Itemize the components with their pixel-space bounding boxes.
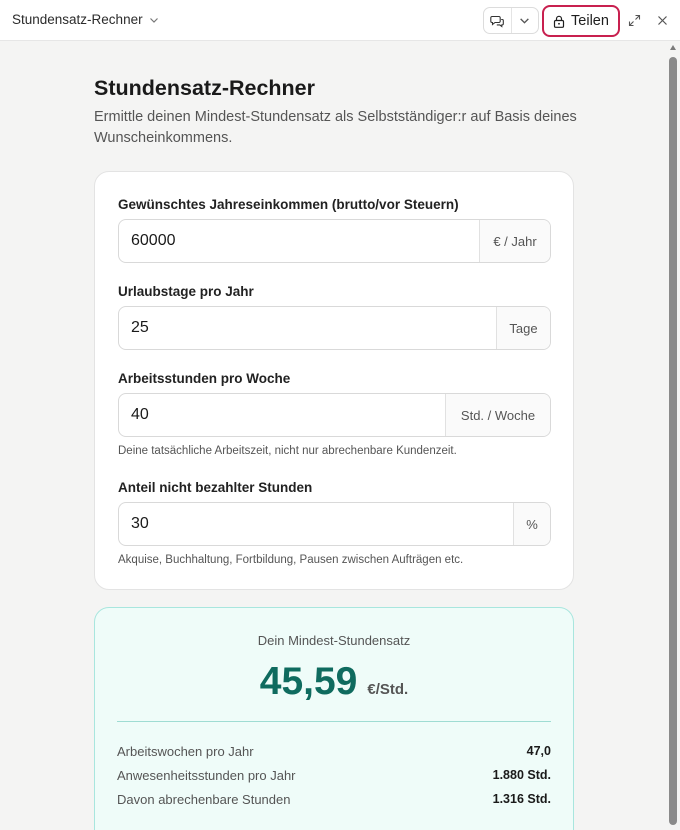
expand-button[interactable]: [626, 12, 642, 28]
input-card: Gewünschtes Jahreseinkommen (brutto/vor …: [94, 171, 574, 590]
stat-label: Arbeitswochen pro Jahr: [117, 744, 254, 759]
lock-icon: [553, 15, 565, 28]
hours-input-group: Std. / Woche: [118, 393, 551, 437]
chat-button-group: [483, 7, 539, 34]
close-button[interactable]: [654, 12, 670, 28]
chevron-down-icon: [520, 18, 530, 24]
page-subtitle: Ermittle deinen Mindest-Stundensatz als …: [94, 109, 577, 146]
close-icon: [657, 15, 667, 25]
unpaid-unit: %: [513, 503, 550, 545]
vacation-input-group: Tage: [118, 306, 551, 350]
top-bar: Stundensatz-Rechner Teilen: [0, 0, 680, 41]
result-card: Dein Mindest-Stundensatz 45,59 €/Std. Ar…: [94, 607, 574, 830]
income-input[interactable]: [119, 220, 479, 262]
hours-label: Arbeitsstunden pro Woche: [118, 371, 291, 386]
vacation-unit: Tage: [496, 307, 550, 349]
scrollbar-thumb[interactable]: [669, 57, 677, 825]
expand-icon: [628, 14, 640, 26]
hours-input[interactable]: [119, 394, 445, 436]
stat-row: Arbeitswochen pro Jahr 47,0: [117, 744, 551, 759]
stat-row: Anwesenheitsstunden pro Jahr 1.880 Std.: [117, 768, 551, 783]
stat-value: 47,0: [526, 744, 551, 758]
unpaid-label: Anteil nicht bezahlter Stunden: [118, 480, 313, 495]
unpaid-hint: Akquise, Buchhaltung, Fortbildung, Pause…: [118, 554, 464, 566]
result-divider: [117, 721, 551, 722]
scroll-up-arrow[interactable]: [670, 45, 676, 50]
stat-row: Davon abrechenbare Stunden 1.316 Std.: [117, 792, 551, 807]
scrollbar[interactable]: [667, 41, 680, 830]
app-title: Stundensatz-Rechner: [12, 12, 143, 27]
chat-bubbles-icon: [490, 15, 504, 28]
stat-value: 1.880 Std.: [492, 768, 551, 782]
page-title: Stundensatz-Rechner: [94, 76, 316, 100]
result-value: 45,59: [259, 660, 358, 703]
income-input-group: € / Jahr: [118, 219, 551, 263]
stat-label: Anwesenheitsstunden pro Jahr: [117, 768, 296, 783]
share-button[interactable]: Teilen: [542, 5, 620, 37]
app-title-dropdown[interactable]: Stundensatz-Rechner: [12, 12, 159, 27]
vacation-input[interactable]: [119, 307, 496, 349]
vacation-label: Urlaubstage pro Jahr: [118, 284, 254, 299]
chevron-down-icon: [149, 17, 158, 23]
result-label: Dein Mindest-Stundensatz: [257, 633, 411, 648]
result-unit: €/Std.: [367, 681, 409, 698]
chat-dropdown-button[interactable]: [512, 8, 539, 33]
chat-button[interactable]: [484, 8, 512, 33]
result-value-row: 45,59 €/Std.: [95, 660, 573, 704]
income-unit: € / Jahr: [479, 220, 550, 262]
income-label: Gewünschtes Jahreseinkommen (brutto/vor …: [118, 197, 459, 212]
hours-hint: Deine tatsächliche Arbeitszeit, nicht nu…: [118, 445, 457, 457]
unpaid-input-group: %: [118, 502, 551, 546]
unpaid-input[interactable]: [119, 503, 513, 545]
share-label: Teilen: [571, 13, 609, 29]
stat-label: Davon abrechenbare Stunden: [117, 792, 291, 807]
stat-value: 1.316 Std.: [492, 792, 551, 806]
hours-unit: Std. / Woche: [445, 394, 550, 436]
